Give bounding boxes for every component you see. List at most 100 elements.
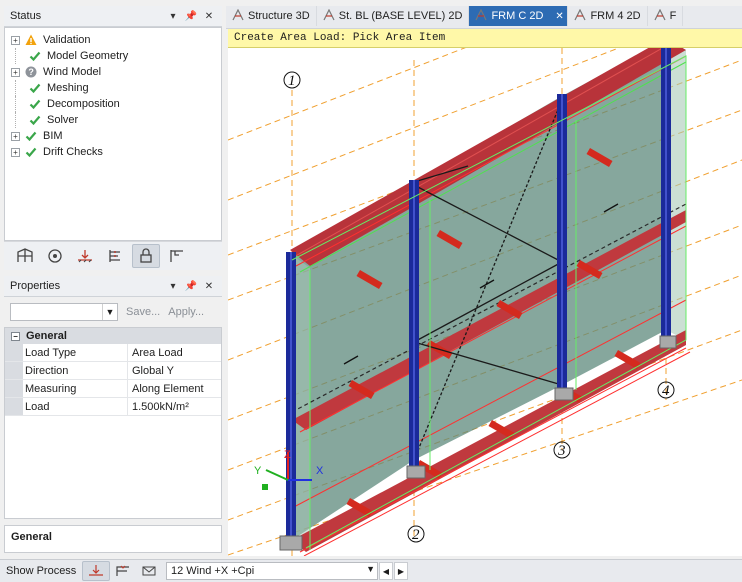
tab-structure-3d[interactable]: Structure 3D [226,6,317,26]
tab-label: FRM 4 2D [590,10,641,22]
dropdown-icon[interactable]: ▾ [168,11,178,22]
status-item[interactable]: +? Wind Model [5,64,221,80]
property-row[interactable]: Measuring Along Element [5,380,221,398]
expand-icon[interactable]: + [11,67,20,77]
tab-f[interactable]: F [648,6,684,26]
load-icon[interactable] [72,245,98,267]
property-category[interactable]: − General [5,328,221,344]
axis-x-label: X [316,465,324,477]
properties-panel: Properties ▾ 📌 ✕ ▼ Save... Apply... − Ge… [4,276,222,556]
grid-label-4[interactable]: 4 [662,383,670,399]
column-icon[interactable] [102,245,128,267]
checkmark-icon [25,130,37,142]
warning-icon [25,34,37,46]
load-case-selector[interactable]: 12 Wind +X +Cpi ▼ [166,562,378,580]
properties-toolbar: ▼ Save... Apply... [4,297,222,327]
status-panel-title: Status [10,10,42,22]
status-item-label: Meshing [47,82,89,94]
status-item[interactable]: Model Geometry [5,48,221,64]
show-process-label[interactable]: Show Process [0,565,82,577]
status-item-label: Wind Model [43,66,102,78]
pin-icon[interactable]: 📌 [185,281,197,292]
checkmark-icon [29,50,41,62]
row-gutter [5,380,23,397]
property-category-label: General [26,330,67,342]
property-row[interactable]: Load Type Area Load [5,344,221,362]
status-item-label: Decomposition [47,98,120,110]
load-case-value: 12 Wind +X +Cpi [171,565,255,577]
property-row[interactable]: Load 1.500kN/m² [5,398,221,416]
previous-load-case-button[interactable]: ◀ [379,562,393,580]
status-item[interactable]: Meshing [5,80,221,96]
status-panel-header: Status ▾ 📌 ✕ [4,6,222,27]
pin-icon[interactable]: 📌 [185,11,197,22]
tree-line [15,80,29,96]
status-item[interactable]: + Validation [5,32,221,48]
view-icon [574,8,586,24]
checkmark-icon [29,82,41,94]
tab-label: F [669,10,677,22]
tab-label: St. BL (BASE LEVEL) 2D [338,10,463,22]
close-icon[interactable]: ✕ [204,11,214,22]
property-value[interactable]: Along Element [128,380,221,397]
status-item[interactable]: + BIM [5,128,221,144]
expand-icon[interactable]: + [11,131,20,141]
status-panel: Status ▾ 📌 ✕ + Validation Model Geometry +?… [4,6,222,270]
properties-selector[interactable]: ▼ [10,303,118,321]
tab-label: FRM C 2D [491,10,544,22]
status-tree: + Validation Model Geometry +? Wind Model Mes… [4,27,222,241]
tab-st-bl-base-level-2d[interactable]: St. BL (BASE LEVEL) 2D [317,6,470,26]
mail-icon[interactable] [136,562,162,580]
axis-y-label: Y [254,465,262,477]
property-row[interactable]: Direction Global Y [5,362,221,380]
grid-label-2[interactable]: 2 [412,527,420,543]
status-item-label: Model Geometry [47,50,129,62]
question-icon: ? [25,66,37,78]
status-toolbar [4,241,222,270]
close-icon[interactable]: ✕ [204,281,214,292]
lock-icon[interactable] [132,244,160,268]
status-item-label: Solver [47,114,79,126]
command-prompt-text: Create Area Load: Pick Area Item [234,32,446,44]
checkmark-icon [25,146,37,158]
structure-drawing[interactable]: 1 2 3 4 Z X Y [228,48,742,556]
svg-text:?: ? [28,67,34,77]
view-icon [654,8,666,24]
property-value[interactable]: 1.500kN/m² [128,398,221,415]
next-load-case-button[interactable]: ▶ [394,562,408,580]
row-gutter [5,344,23,361]
property-key: Direction [23,362,128,379]
dropdown-icon[interactable]: ▾ [168,281,178,292]
expand-icon[interactable]: + [11,35,20,45]
area-panels [292,48,686,550]
grid-label-3[interactable]: 3 [557,443,566,459]
property-key: Measuring [23,380,128,397]
status-item[interactable]: + Drift Checks [5,144,221,160]
save-button[interactable]: Save... [126,306,160,318]
tree-line [15,112,29,128]
close-icon[interactable]: ✕ [555,11,563,22]
grid-label-1[interactable]: 1 [288,73,296,89]
tab-frm-c-2d[interactable]: FRM C 2D ✕ [469,6,569,26]
tree-line [15,96,29,112]
command-prompt: Create Area Load: Pick Area Item [228,29,742,48]
property-value[interactable]: Global Y [128,362,221,379]
load-pattern-icon[interactable] [110,562,136,580]
model-viewport[interactable]: 1 2 3 4 Z X Y [228,48,742,556]
checkmark-icon [29,114,41,126]
frame-icon[interactable] [12,245,38,267]
checkmark-icon [29,98,41,110]
expand-icon[interactable]: + [11,147,20,157]
document-tabs: Structure 3D St. BL (BASE LEVEL) 2D FRM C … [226,6,742,29]
property-value[interactable]: Area Load [128,344,221,361]
apply-button[interactable]: Apply... [168,306,204,318]
beam-icon[interactable] [164,245,190,267]
chevron-down-icon[interactable]: ▼ [102,304,117,320]
status-item[interactable]: Solver [5,112,221,128]
load-case-icon[interactable] [82,561,110,581]
collapse-icon[interactable]: − [11,331,20,341]
globe-icon[interactable] [42,245,68,267]
tab-frm-4-2d[interactable]: FRM 4 2D [568,6,648,26]
status-item[interactable]: Decomposition [5,96,221,112]
chevron-down-icon[interactable]: ▼ [366,564,375,574]
